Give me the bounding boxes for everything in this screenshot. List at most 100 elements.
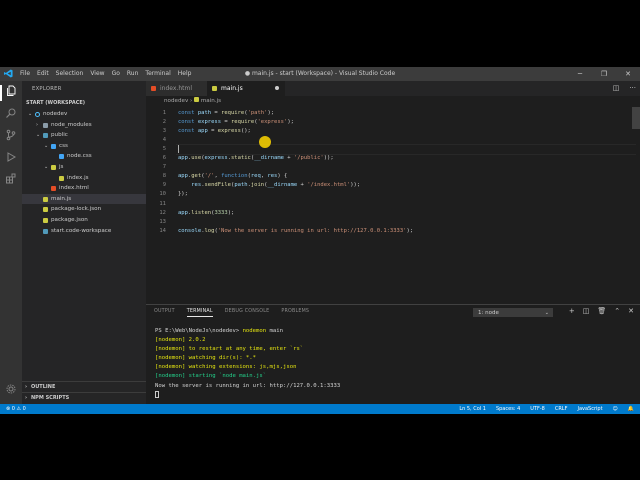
tree-item-label: index.html — [59, 185, 89, 192]
tree-item[interactable]: ⌄ nodedev — [22, 109, 146, 120]
breadcrumb-file[interactable]: main.js — [201, 98, 221, 104]
settings-gear-icon[interactable] — [3, 383, 19, 399]
close-panel-icon[interactable]: ✕ — [628, 307, 634, 315]
code-token: + — [297, 182, 308, 189]
window-title: ● main.js - start (Workspace) - Visual S… — [244, 70, 396, 77]
tab-problems[interactable]: PROBLEMS — [281, 309, 309, 317]
tree-item-label: index.js — [67, 174, 89, 181]
source-control-icon[interactable] — [3, 129, 19, 145]
explorer-sidebar: EXPLORER START (WORKSPACE) ⌄ nodedev › node… — [22, 81, 146, 404]
restore-button[interactable]: ❐ — [592, 67, 616, 81]
file-tree: ⌄ nodedev › node_modules ⌄ public ⌄ css node.css… — [22, 109, 146, 236]
folder-icon — [51, 164, 56, 170]
tree-item[interactable]: package-lock.json — [22, 204, 146, 215]
tree-item[interactable]: ⌄ css — [22, 141, 146, 152]
line-number: 5 — [162, 145, 166, 152]
code-token: app — [197, 127, 208, 134]
code-token: app — [178, 173, 188, 180]
tab-terminal[interactable]: TERMINAL — [186, 309, 213, 317]
run-debug-icon[interactable] — [3, 151, 19, 167]
status-item[interactable]: CRLF — [555, 406, 568, 412]
editor-actions: ◫ ··· — [613, 84, 636, 92]
status-item[interactable]: ☺ — [613, 406, 618, 412]
terminal-line: [nodemon] to restart at any time, enter … — [155, 345, 340, 354]
outline-section[interactable]: › OUTLINE — [22, 381, 146, 392]
breadcrumb-folder[interactable]: nodedev — [164, 98, 188, 104]
code-line: }); — [178, 190, 188, 199]
mouse-highlight — [259, 136, 271, 148]
tab-output[interactable]: OUTPUT — [154, 309, 175, 317]
editor-scrollbar[interactable] — [632, 107, 640, 129]
workspace-label: START (WORKSPACE) — [26, 100, 86, 106]
tree-item[interactable]: index.js — [22, 173, 146, 184]
outline-label: OUTLINE — [31, 384, 56, 390]
chevron-right-icon: › — [36, 121, 38, 128]
line-number: 13 — [159, 218, 166, 225]
status-item[interactable]: 🔔 — [628, 406, 634, 412]
maximize-panel-icon[interactable]: ⌃ — [614, 307, 620, 315]
line-number: 6 — [162, 155, 166, 161]
chevron-right-icon: › — [25, 395, 28, 401]
line-number: 3 — [162, 127, 166, 134]
close-button[interactable]: ✕ — [616, 67, 640, 81]
code-token: ); — [287, 118, 294, 125]
status-item[interactable]: Ln 5, Col 1 — [459, 406, 486, 412]
tree-item[interactable]: › node_modules — [22, 120, 146, 131]
code-token: 'express' — [257, 118, 288, 125]
kill-terminal-icon[interactable]: 🗑 — [597, 307, 606, 315]
terminal-select[interactable]: 1: node ⌄ — [473, 308, 553, 317]
text-cursor — [178, 145, 179, 153]
terminal-output[interactable]: PS E:\Web\NodeJs\nodedev> nodemon main [n… — [155, 327, 340, 400]
line-number: 4 — [162, 136, 166, 143]
folder-icon — [43, 122, 48, 128]
tree-item[interactable]: main.js — [22, 193, 146, 205]
files-icon[interactable] — [0, 85, 21, 101]
tree-item[interactable]: node.css — [22, 151, 146, 162]
tab-main-js[interactable]: main.js — [207, 81, 285, 96]
folder-icon — [35, 112, 40, 117]
tree-item[interactable]: index.html — [22, 183, 146, 194]
tree-item[interactable]: package.json — [22, 215, 146, 226]
code-token: listen — [191, 209, 212, 216]
tab-label: main.js — [221, 85, 243, 92]
panel-actions: + ◫ 🗑 ⌃ ✕ — [569, 307, 634, 315]
more-actions-icon[interactable]: ··· — [629, 84, 636, 92]
terminal-text: [nodemon] 2.0.2 — [155, 337, 206, 344]
tree-item-label: public — [51, 132, 68, 139]
status-item[interactable]: Spaces: 4 — [496, 406, 520, 412]
tree-item[interactable]: start.code-workspace — [22, 226, 146, 237]
tree-item[interactable]: ⌄ js — [22, 162, 146, 173]
code-token: = — [211, 109, 222, 116]
code-token: express — [197, 118, 222, 125]
problems-status[interactable]: ⊗ 0 ⚠ 0 — [6, 406, 26, 412]
split-terminal-icon[interactable]: ◫ — [583, 307, 590, 315]
terminal-text: main — [269, 328, 283, 334]
folder-icon — [51, 143, 56, 149]
npm-scripts-section[interactable]: › NPM SCRIPTS — [22, 392, 146, 403]
search-icon[interactable] — [3, 107, 19, 123]
explorer-title: EXPLORER — [32, 86, 62, 92]
editor-tabs: index.html main.js ◫ ··· — [146, 81, 640, 96]
chevron-right-icon: › — [25, 384, 28, 390]
code-token: 3333 — [214, 209, 228, 216]
tree-item-label: node_modules — [51, 121, 92, 128]
code-token: }); — [178, 191, 188, 198]
code-editor[interactable]: 1 const path = require('path'); 2 const exp… — [146, 108, 640, 301]
split-editor-icon[interactable]: ◫ — [613, 84, 620, 92]
code-token: sendFile — [204, 182, 232, 189]
tree-item[interactable]: ⌄ public — [22, 130, 146, 141]
tab-debug-console[interactable]: DEBUG CONSOLE — [225, 309, 270, 317]
minimize-button[interactable]: ─ — [568, 67, 592, 81]
new-terminal-icon[interactable]: + — [569, 307, 575, 315]
extensions-icon[interactable] — [3, 173, 19, 189]
workspace-header[interactable]: START (WORKSPACE) — [22, 98, 146, 108]
line-number: 10 — [159, 191, 166, 198]
status-item[interactable]: UTF-8 — [530, 406, 545, 412]
chevron-down-icon: ⌄ — [544, 310, 549, 316]
unsaved-dot-icon[interactable] — [275, 86, 279, 90]
terminal-line: Now the server is running in url: http:/… — [155, 382, 340, 391]
status-item[interactable]: JavaScript — [577, 406, 602, 412]
panel-tabs: OUTPUT TERMINAL DEBUG CONSOLE PROBLEMS — [154, 309, 309, 317]
code-token: express — [204, 155, 228, 161]
npm-scripts-label: NPM SCRIPTS — [31, 395, 70, 401]
